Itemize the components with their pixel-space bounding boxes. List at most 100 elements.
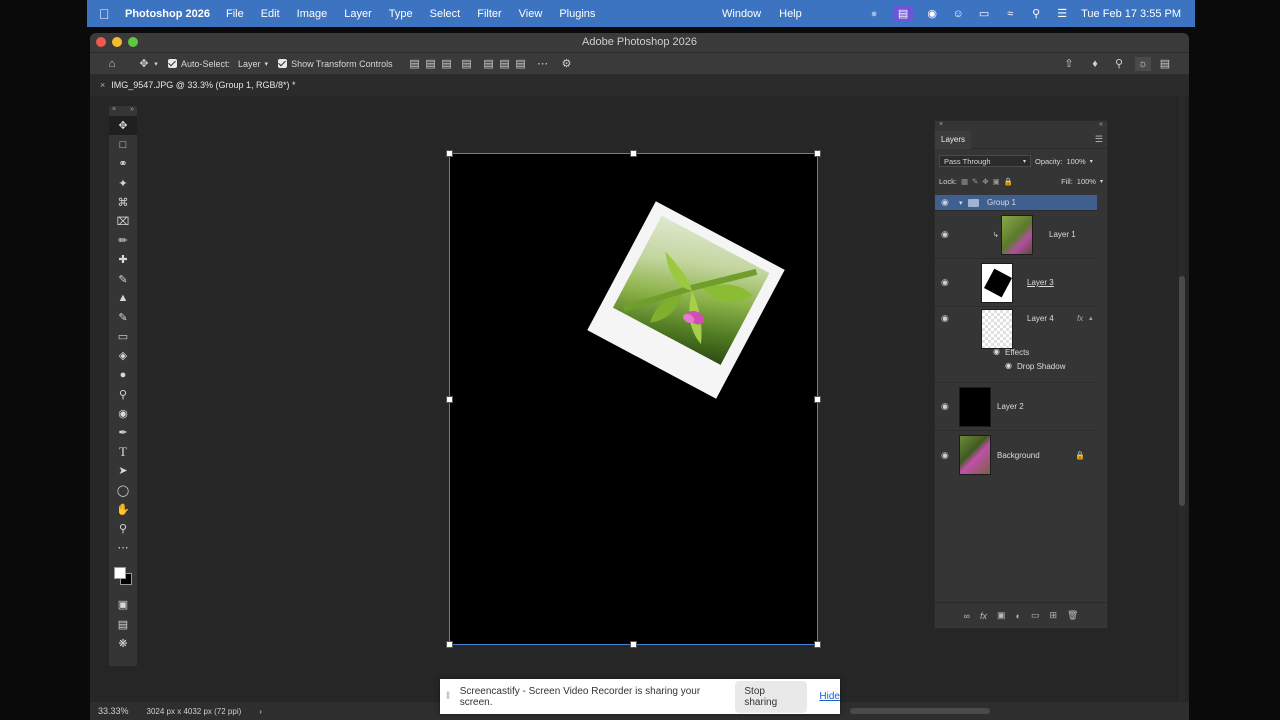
transform-handle-tm[interactable]: [630, 150, 637, 157]
lock-transparent-icon[interactable]: ▦: [961, 177, 968, 186]
menu-edit[interactable]: Edit: [261, 8, 280, 20]
hide-link[interactable]: Hide: [819, 691, 840, 702]
document-tab[interactable]: × IMG_9547.JPG @ 33.3% (Group 1, RGB/8*)…: [90, 74, 306, 96]
clone-stamp-tool[interactable]: ▲: [109, 289, 137, 308]
eye-icon[interactable]: ◉: [941, 313, 951, 324]
tab-layers[interactable]: Layers: [935, 130, 972, 149]
search-icon[interactable]: ⚲: [1029, 8, 1043, 20]
adjustment-icon[interactable]: ◐: [1016, 611, 1021, 621]
fill-field[interactable]: 100%: [1077, 177, 1096, 186]
panel-menu-icon[interactable]: ☰: [1095, 134, 1103, 145]
fx-icon[interactable]: fx: [980, 611, 987, 621]
chevron-down-icon[interactable]: ▾: [959, 199, 963, 207]
fx-icon[interactable]: fx: [1077, 314, 1083, 323]
zoom-level[interactable]: 33.33%: [98, 706, 129, 716]
eye-icon[interactable]: ◉: [941, 401, 951, 412]
chevron-down-icon[interactable]: ▾: [1090, 158, 1093, 165]
menu-window[interactable]: Window: [722, 8, 761, 20]
mask-icon[interactable]: ▣: [997, 610, 1006, 621]
marquee-tool[interactable]: □: [109, 135, 137, 154]
eye-icon[interactable]: ◉: [1005, 361, 1012, 370]
magic-wand-tool[interactable]: ✦: [109, 174, 137, 193]
user-icon[interactable]: ☺: [951, 8, 965, 20]
eraser-tool[interactable]: ▭: [109, 327, 137, 346]
edit-toolbar-icon[interactable]: ⋯: [109, 538, 137, 557]
align-center-icon[interactable]: ▤: [423, 57, 439, 71]
layer-name[interactable]: Layer 2: [997, 402, 1024, 411]
document-canvas[interactable]: [446, 150, 821, 648]
more-options-icon[interactable]: ⋯: [535, 57, 551, 71]
eye-icon[interactable]: ◉: [941, 229, 951, 240]
layer-name[interactable]: Layer 4: [1027, 314, 1054, 323]
new-layer-icon[interactable]: ⊞: [1049, 610, 1057, 621]
eye-icon[interactable]: ◉: [993, 347, 1000, 356]
share-icon[interactable]: ⇧: [1061, 57, 1077, 71]
move-tool[interactable]: ✥: [109, 116, 137, 136]
bell-icon[interactable]: ♦: [1087, 57, 1103, 71]
type-tool[interactable]: T: [109, 442, 137, 461]
search-icon[interactable]: ⚲: [1111, 57, 1127, 71]
zoom-tool[interactable]: ⚲: [109, 519, 137, 538]
hand-tool[interactable]: ✋: [109, 500, 137, 519]
lock-position-icon[interactable]: ✥: [982, 177, 988, 186]
battery-icon[interactable]: ▭: [977, 8, 991, 20]
stop-sharing-button[interactable]: Stop sharing: [735, 680, 808, 713]
layer-name[interactable]: Layer 3: [1027, 278, 1054, 287]
chevron-down-icon[interactable]: ▾: [152, 57, 160, 71]
layer-row-layer-2[interactable]: ◉ Layer 2: [935, 383, 1097, 431]
eyedropper-tool[interactable]: ✏: [109, 231, 137, 250]
menu-help[interactable]: Help: [779, 8, 802, 20]
menu-type[interactable]: Type: [389, 8, 413, 20]
smudge-tool[interactable]: ◉: [109, 404, 137, 423]
horizontal-scrollbar[interactable]: [850, 708, 990, 714]
menu-clock[interactable]: Tue Feb 17 3:55 PM: [1081, 8, 1181, 20]
distribute-icon[interactable]: ▤: [513, 57, 529, 71]
align-middle-icon[interactable]: ▤: [481, 57, 497, 71]
home-icon[interactable]: ⌂: [104, 57, 120, 71]
menu-image[interactable]: Image: [297, 8, 328, 20]
healing-brush-tool[interactable]: ✚: [109, 250, 137, 269]
drag-handle-icon[interactable]: ‖: [446, 691, 454, 702]
color-swatches[interactable]: [109, 557, 137, 595]
vertical-scrollbar[interactable]: [1179, 96, 1185, 702]
chevron-right-icon[interactable]: ›: [259, 707, 262, 716]
layer-row-group-1[interactable]: ◉ ▾ Group 1: [935, 195, 1097, 211]
screen-record-icon[interactable]: ▤: [893, 5, 914, 22]
align-bottom-icon[interactable]: ▤: [497, 57, 513, 71]
transform-handle-bl[interactable]: [446, 641, 453, 648]
layer-row-layer-4[interactable]: ◉ Layer 4 fx ▴ ◉ Effects ◉ Drop Shadow: [935, 307, 1097, 383]
crop-tool[interactable]: ⌘: [109, 193, 137, 212]
ellipse-tool[interactable]: ◯: [109, 481, 137, 500]
drop-shadow-effect[interactable]: Drop Shadow: [1017, 362, 1065, 371]
menu-select[interactable]: Select: [430, 8, 461, 20]
lightbulb-icon[interactable]: ☼: [1135, 56, 1151, 71]
align-right-icon[interactable]: ▤: [439, 57, 455, 71]
focus-icon[interactable]: ●: [867, 8, 881, 20]
zoom-window-button[interactable]: [128, 37, 138, 47]
transform-handle-tr[interactable]: [814, 150, 821, 157]
screen-mode-icon[interactable]: ▤: [109, 615, 137, 634]
dodge-tool[interactable]: ⚲: [109, 385, 137, 404]
menu-plugins[interactable]: Plugins: [559, 8, 595, 20]
transform-handle-br[interactable]: [814, 641, 821, 648]
layer-name[interactable]: Layer 1: [1049, 230, 1076, 239]
auto-select-checkbox[interactable]: Auto-Select:: [168, 59, 230, 69]
lock-image-icon[interactable]: ✎: [972, 177, 978, 186]
paint-bucket-tool[interactable]: ◈: [109, 346, 137, 365]
gear-icon[interactable]: ⚙: [559, 57, 575, 71]
collapse-icon[interactable]: «: [1099, 121, 1103, 131]
chevron-down-icon[interactable]: ▾: [1100, 178, 1103, 185]
auto-select-dropdown[interactable]: Layer ▾: [238, 59, 268, 69]
close-tab-icon[interactable]: ×: [100, 80, 105, 90]
brush-tool[interactable]: ✎: [109, 270, 137, 289]
opacity-field[interactable]: 100%: [1067, 157, 1086, 166]
link-icon[interactable]: ∞: [964, 611, 970, 621]
minimize-window-button[interactable]: [112, 37, 122, 47]
close-icon[interactable]: ×: [939, 121, 943, 131]
layer-name[interactable]: Group 1: [987, 198, 1016, 207]
folder-icon[interactable]: ▭: [1031, 610, 1040, 621]
menu-view[interactable]: View: [519, 8, 543, 20]
foreground-color-swatch[interactable]: [114, 567, 126, 580]
chrome-icon[interactable]: ◉: [925, 8, 939, 20]
control-center-icon[interactable]: ☰: [1055, 8, 1069, 20]
